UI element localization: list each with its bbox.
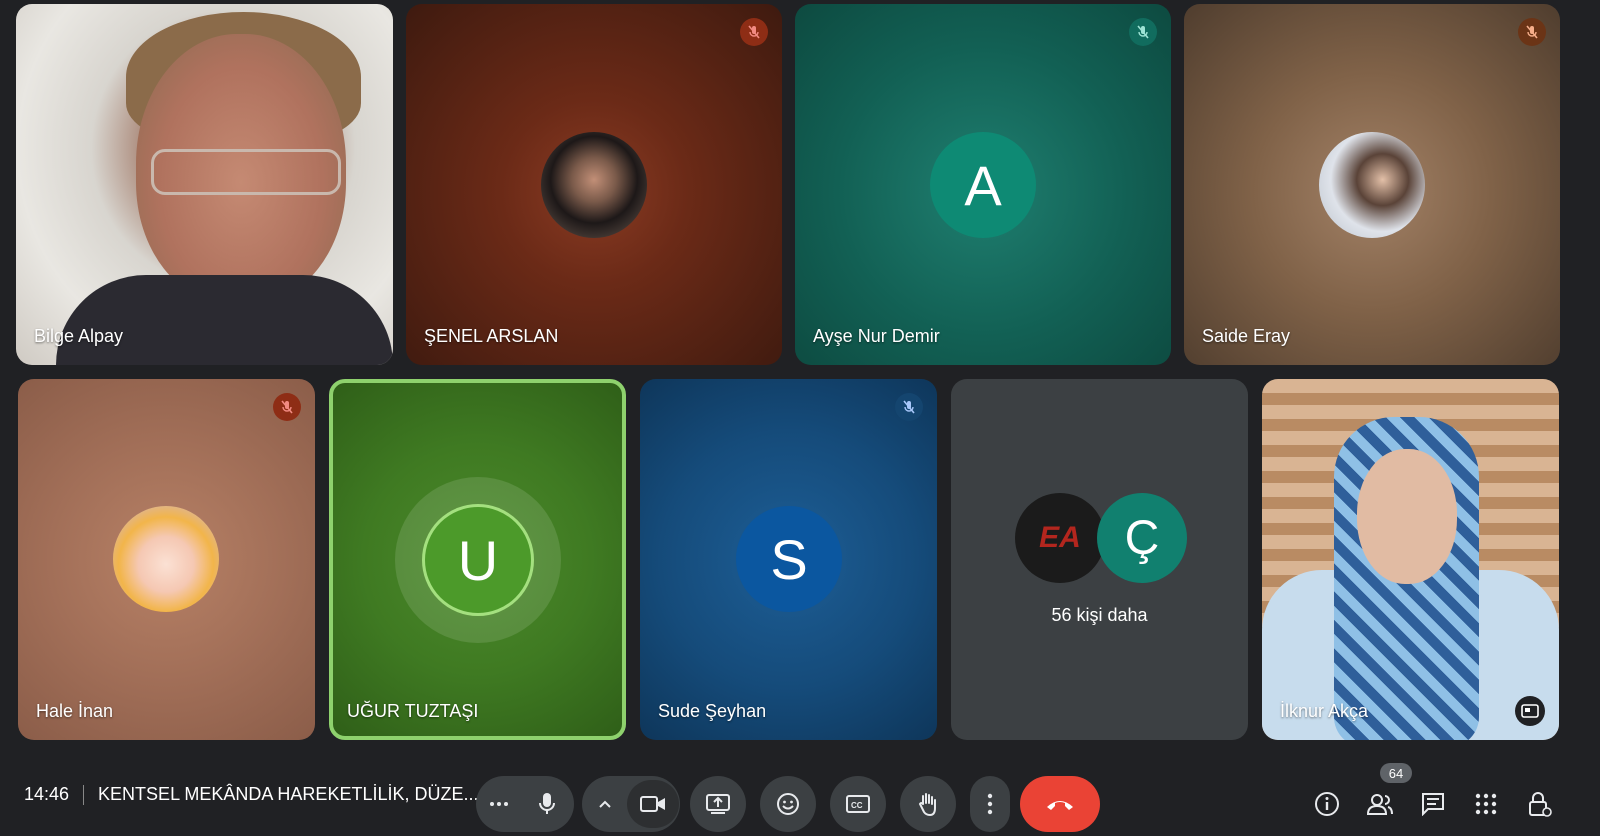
mic-muted-icon: [895, 393, 923, 421]
pip-icon[interactable]: [1515, 696, 1545, 726]
mic-muted-icon: [1129, 18, 1157, 46]
mic-icon[interactable]: [521, 792, 573, 816]
logo-text: EA: [1039, 521, 1081, 554]
participant-name: ŞENEL ARSLAN: [424, 326, 559, 346]
meeting-info: 14:46 KENTSEL MEKÂNDA HAREKETLİLİK, DÜZE…: [24, 784, 478, 805]
more-participants-label: 56 kişi daha: [1051, 605, 1148, 625]
participant-tile-ugur-tuztasi[interactable]: U UĞUR TUZTAŞI: [329, 379, 626, 740]
activities-grid-icon[interactable]: [1470, 788, 1502, 820]
participant-name: İlknur Akça: [1280, 701, 1369, 721]
participant-name: Sude Şeyhan: [658, 701, 767, 721]
participant-tile-ilknur-akca[interactable]: İlknur Akça: [1262, 379, 1559, 740]
video-options-chevron-icon[interactable]: [583, 799, 627, 809]
participant-avatar-initial: A: [930, 132, 1036, 238]
meeting-title: KENTSEL MEKÂNDA HAREKETLİLİK, DÜZE...: [98, 784, 479, 804]
participant-count-badge: 64: [1380, 763, 1412, 783]
participant-name: Saide Eray: [1202, 326, 1291, 346]
end-call-button[interactable]: [1020, 776, 1100, 832]
participant-video-face: [1357, 449, 1457, 584]
mic-muted-icon: [273, 393, 301, 421]
camera-icon[interactable]: [627, 780, 679, 828]
call-controls-bar: 14:46 KENTSEL MEKÂNDA HAREKETLİLİK, DÜZE…: [0, 756, 1600, 836]
meeting-details-icon[interactable]: [1311, 788, 1343, 820]
participant-video-shirt: [56, 275, 393, 365]
participant-avatar-initial: Ç: [1097, 493, 1187, 583]
participant-avatar-initial: S: [736, 506, 842, 612]
participant-name: Hale İnan: [36, 701, 114, 721]
audio-options-icon[interactable]: [477, 801, 521, 807]
camera-control-group: [582, 776, 680, 832]
meeting-time: 14:46: [24, 784, 70, 804]
participant-avatar-photo: [1319, 132, 1425, 238]
mic-control-group: [476, 776, 574, 832]
divider: [83, 784, 85, 805]
emoji-reaction-icon[interactable]: [760, 776, 816, 832]
participant-avatar-initial: U: [422, 504, 534, 616]
participant-name: Ayşe Nur Demir: [813, 326, 940, 346]
more-options-icon[interactable]: [970, 776, 1010, 832]
participant-video-glasses: [151, 149, 341, 195]
present-screen-icon[interactable]: [690, 776, 746, 832]
svg-text:CC: CC: [851, 801, 863, 810]
participant-tile-ayse-nur-demir[interactable]: A Ayşe Nur Demir: [795, 4, 1171, 365]
more-participants-tile[interactable]: EA Ç 56 kişi daha: [951, 379, 1248, 740]
participant-avatar-logo: EA: [1015, 493, 1105, 583]
mic-muted-icon: [740, 18, 768, 46]
participant-tile-sude-seyhan[interactable]: S Sude Şeyhan: [640, 379, 937, 740]
participant-tile-hale-inan[interactable]: Hale İnan: [18, 379, 315, 740]
participant-avatar-photo: [113, 506, 219, 612]
mic-muted-icon: [1518, 18, 1546, 46]
participant-tile-bilge-alpay[interactable]: Bilge Alpay: [16, 4, 393, 365]
participant-tile-senel-arslan[interactable]: ŞENEL ARSLAN: [406, 4, 782, 365]
participant-name: Bilge Alpay: [34, 326, 124, 346]
host-controls-lock-icon[interactable]: [1524, 788, 1556, 820]
participant-avatar-photo: [541, 132, 647, 238]
participant-name: UĞUR TUZTAŞI: [347, 701, 479, 721]
raise-hand-icon[interactable]: [900, 776, 956, 832]
captions-icon[interactable]: CC: [830, 776, 886, 832]
chat-icon[interactable]: [1417, 788, 1449, 820]
people-icon[interactable]: 64: [1364, 763, 1412, 820]
participant-tile-saide-eray[interactable]: Saide Eray: [1184, 4, 1560, 365]
